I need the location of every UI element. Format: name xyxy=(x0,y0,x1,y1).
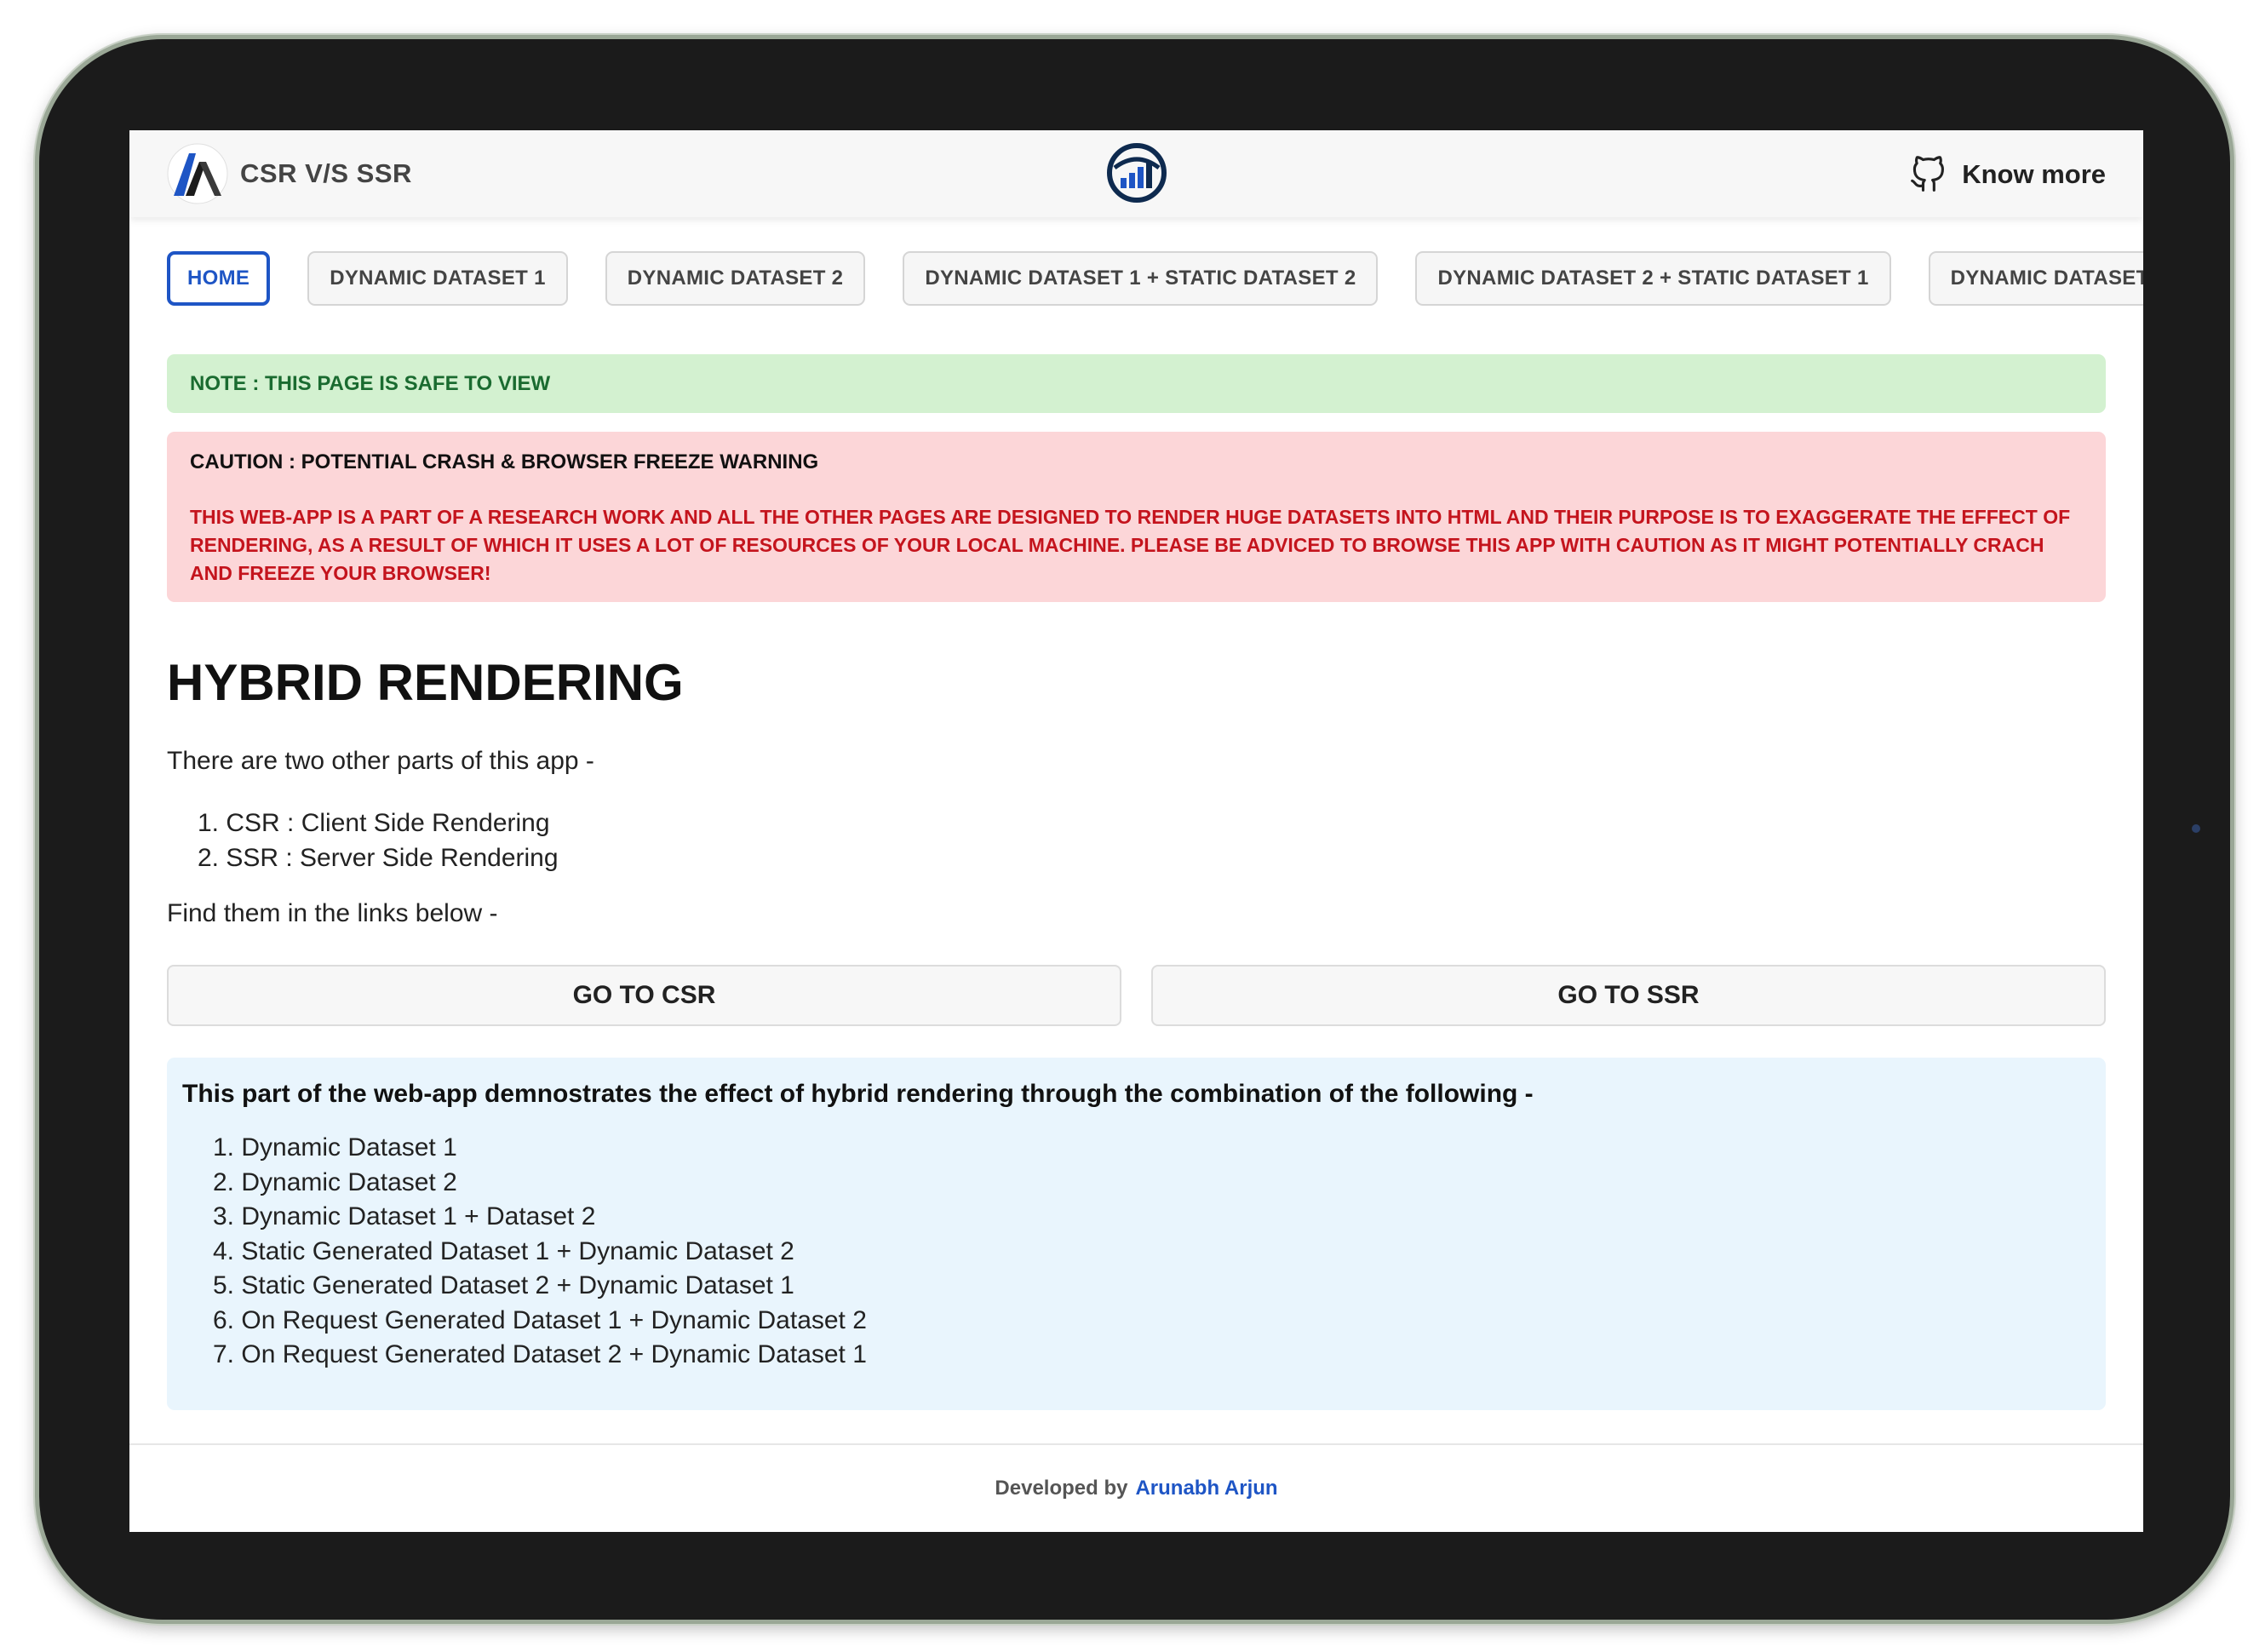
tab-dynamic-2-static-1[interactable]: DYNAMIC DATASET 2 + STATIC DATASET 1 xyxy=(1415,251,1891,306)
page-title: HYBRID RENDERING xyxy=(167,654,684,711)
list-item: 1. CSR : Client Side Rendering xyxy=(198,809,550,837)
list-item: 1. Dynamic Dataset 1 xyxy=(213,1133,457,1162)
camera-dot xyxy=(2192,824,2200,833)
combinations-list: 1. Dynamic Dataset 1 2. Dynamic Dataset … xyxy=(213,1131,2090,1373)
footer-author-link[interactable]: Arunabh Arjun xyxy=(1135,1477,1277,1500)
list-item: 3. Dynamic Dataset 1 + Dataset 2 xyxy=(213,1202,596,1230)
list-item: 7. On Request Generated Dataset 2 + Dyna… xyxy=(213,1340,867,1368)
tab-dynamic-1-on-request[interactable]: DYNAMIC DATASET 1 + ON REQ xyxy=(1928,251,2143,306)
tab-home[interactable]: HOME xyxy=(167,251,271,306)
info-heading: This part of the web-app demnostrates th… xyxy=(182,1080,1534,1108)
go-to-ssr-button[interactable]: GO TO SSR xyxy=(1151,965,2106,1026)
github-icon xyxy=(1911,156,1945,192)
parts-list: 1. CSR : Client Side Rendering 2. SSR : … xyxy=(198,806,559,875)
know-more-label: Know more xyxy=(1962,159,2106,189)
info-panel: This part of the web-app demnostrates th… xyxy=(167,1058,2106,1410)
brand-title: CSR V/S SSR xyxy=(240,158,412,188)
caution-body: THIS WEB-APP IS A PART OF A RESEARCH WOR… xyxy=(190,506,2071,584)
footer-developed-by: Developed by xyxy=(995,1477,1128,1500)
links-intro-text: Find them in the links below - xyxy=(167,899,498,927)
list-item: 2. Dynamic Dataset 2 xyxy=(213,1167,457,1196)
go-to-csr-button[interactable]: GO TO CSR xyxy=(167,965,1121,1026)
app-screen: CSR V/S SSR Know more HOME DYNAMIC DATAS… xyxy=(129,130,2143,1532)
tab-dynamic-1-static-2[interactable]: DYNAMIC DATASET 1 + STATIC DATASET 2 xyxy=(903,251,1379,306)
brand[interactable]: CSR V/S SSR xyxy=(167,143,412,204)
tab-dynamic-dataset-1[interactable]: DYNAMIC DATASET 1 xyxy=(307,251,568,306)
list-item: 4. Static Generated Dataset 1 + Dynamic … xyxy=(213,1236,794,1265)
top-navbar: CSR V/S SSR Know more xyxy=(129,130,2143,217)
brand-logo-icon xyxy=(167,143,228,204)
list-item: 2. SSR : Server Side Rendering xyxy=(198,844,559,872)
list-item: 6. On Request Generated Dataset 1 + Dyna… xyxy=(213,1305,867,1334)
tab-dynamic-dataset-2[interactable]: DYNAMIC DATASET 2 xyxy=(605,251,866,306)
safe-note-banner: NOTE : THIS PAGE IS SAFE TO VIEW xyxy=(167,354,2106,413)
caution-banner: CAUTION : POTENTIAL CRASH & BROWSER FREE… xyxy=(167,432,2106,602)
caution-title: CAUTION : POTENTIAL CRASH & BROWSER FREE… xyxy=(190,450,819,473)
list-item: 5. Static Generated Dataset 2 + Dynamic … xyxy=(213,1271,794,1299)
know-more-link[interactable]: Know more xyxy=(1909,151,2106,198)
dataset-tabs: HOME DYNAMIC DATASET 1 DYNAMIC DATASET 2… xyxy=(167,251,2143,306)
intro-text: There are two other parts of this app - xyxy=(167,747,594,775)
center-chart-logo-icon[interactable] xyxy=(1106,142,1167,204)
footer: Developed by Arunabh Arjun xyxy=(129,1443,2143,1532)
